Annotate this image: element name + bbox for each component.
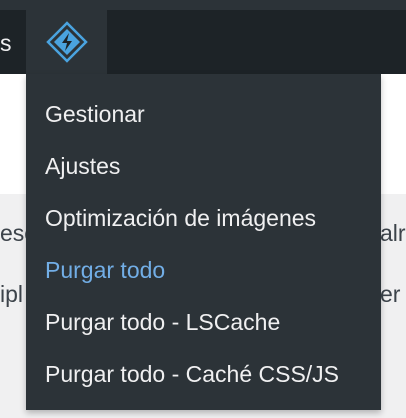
menu-item-purgar-todo[interactable]: Purgar todo bbox=[45, 255, 165, 285]
background-text-fragment: alr bbox=[380, 220, 406, 246]
litespeed-admin-bar-button[interactable] bbox=[26, 10, 107, 74]
menu-item-optimizacion-imagenes[interactable]: Optimización de imágenes bbox=[45, 203, 316, 233]
admin-bar: s bbox=[0, 0, 406, 74]
background-text-fragment: er bbox=[380, 281, 401, 307]
litespeed-dropdown-menu: Gestionar Ajustes Optimización de imágen… bbox=[26, 74, 381, 410]
menu-item-purgar-todo-css-js[interactable]: Purgar todo - Caché CSS/JS bbox=[45, 359, 339, 389]
background-text-fragment: ipl bbox=[0, 281, 24, 307]
admin-bar-item-label[interactable]: s bbox=[0, 28, 12, 58]
menu-item-gestionar[interactable]: Gestionar bbox=[45, 99, 145, 129]
litespeed-diamond-icon bbox=[45, 21, 88, 63]
menu-item-ajustes[interactable]: Ajustes bbox=[45, 151, 120, 181]
admin-bar-top-strip bbox=[0, 0, 406, 10]
menu-item-purgar-todo-lscache[interactable]: Purgar todo - LSCache bbox=[45, 307, 280, 337]
page: s esc ipl alr er Gestionar Ajustes Optim… bbox=[0, 0, 406, 418]
